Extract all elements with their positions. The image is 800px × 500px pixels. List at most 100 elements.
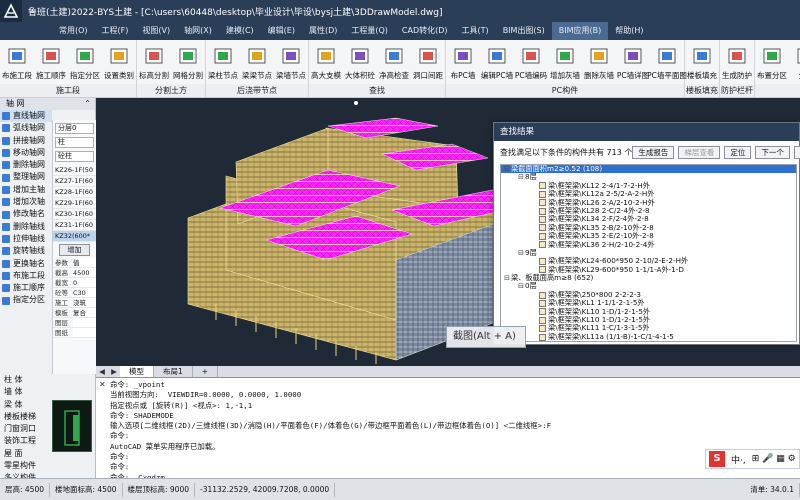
property-row[interactable]: 模板 复合	[53, 308, 96, 318]
ribbon-button-0-2[interactable]: 指定分区	[68, 42, 102, 84]
dialog-button-0[interactable]: 生成报告	[632, 145, 675, 159]
axis-command-item[interactable]: 移动轴网	[0, 147, 52, 159]
axis-command-item[interactable]: 更换轴名	[0, 258, 52, 270]
close-icon[interactable]: ✕	[99, 380, 106, 389]
category-item[interactable]: 楼板楼梯	[0, 411, 50, 423]
axis-command-item[interactable]: 拉伸轴线	[0, 233, 52, 245]
property-value[interactable]: 4500	[73, 268, 96, 277]
axis-command-item[interactable]: 增加次轴	[0, 196, 52, 208]
dialog-button-4[interactable]: 上一个	[793, 145, 800, 159]
axis-command-item[interactable]: 删除轴网	[0, 159, 52, 171]
component-list-item[interactable]: KZ26-1F(50	[53, 165, 96, 176]
axis-command-item[interactable]: 增加主轴	[0, 184, 52, 196]
ribbon-button-3-0[interactable]: 高大支模	[309, 42, 343, 84]
command-line-area[interactable]: ✕ 命令: _vpoint 当前视图方向: VIEWDIR=0.0000, 0.0…	[96, 377, 800, 482]
ribbon-button-7-0[interactable]: 布置分区	[755, 42, 789, 84]
category-item[interactable]: 梁 体	[0, 399, 50, 411]
ribbon-button-4-6[interactable]: PC墙平面图	[647, 42, 687, 84]
ime-toolbar[interactable]: S 中·, ⊞ 🎤 ▦ ⚙	[705, 449, 800, 469]
ribbon-button-4-5[interactable]: PC墙详图	[616, 42, 650, 84]
chevron-up-icon[interactable]: ⌃	[84, 98, 91, 110]
ribbon-button-4-1[interactable]: 编辑PC墙	[480, 42, 514, 84]
category-item[interactable]: 柱 体	[0, 374, 50, 386]
menu-item-6[interactable]: 属性(D)	[302, 22, 344, 40]
category-item[interactable]: 门窗洞口	[0, 423, 50, 435]
property-row[interactable]: 施工 浇筑	[53, 298, 96, 308]
tree-node[interactable]: 梁\框架梁\KL36 2-H/2-10-2-4外	[501, 240, 796, 249]
component-list-item[interactable]: KZ32(600*	[53, 231, 96, 242]
ribbon-button-4-0[interactable]: 布PC墙	[446, 42, 480, 84]
component-list-item[interactable]: KZ27-1F(60	[53, 176, 96, 187]
tree-toggle-icon[interactable]: ⊟	[517, 282, 525, 290]
axis-command-item[interactable]: 施工顺序	[0, 282, 52, 294]
subtype-select[interactable]: 砼柱	[55, 151, 94, 162]
ribbon-button-1-0[interactable]: 标高分割	[137, 42, 171, 84]
axis-command-item[interactable]: 旋转轴线	[0, 245, 52, 257]
ime-mode[interactable]: 中·,	[728, 453, 749, 466]
tree-node[interactable]: 梁\框架梁\250*800 2-2-2-3	[501, 290, 796, 299]
ribbon-button-2-0[interactable]: 梁柱节点	[206, 42, 240, 84]
property-value[interactable]: C30	[73, 288, 96, 297]
axis-command-item[interactable]: 整理轴网	[0, 171, 52, 183]
dialog-button-3[interactable]: 下一个	[755, 145, 790, 159]
ribbon-button-3-2[interactable]: 净高检查	[377, 42, 411, 84]
component-list-item[interactable]: KZ31-1F(60	[53, 220, 96, 231]
menu-item-5[interactable]: 编辑(E)	[261, 22, 302, 40]
property-row[interactable]: 砼等 C30	[53, 288, 96, 298]
menu-item-2[interactable]: 视图(V)	[135, 22, 177, 40]
panel-header[interactable]: 轴 网 ⌃	[0, 98, 95, 110]
type-select[interactable]: 柱	[55, 137, 94, 148]
results-tree[interactable]: ⊟ 梁截面面积m2≥0.52 (108) ⊟ 8层 梁\框架梁\KL12 2-4/1-7…	[500, 164, 797, 342]
menu-item-4[interactable]: 建模(C)	[219, 22, 261, 40]
tree-node[interactable]: ⊟ 0层	[501, 282, 796, 291]
component-list-item[interactable]: KZ29-1F(60	[53, 198, 96, 209]
ribbon-button-0-3[interactable]: 设置类别	[102, 42, 136, 84]
property-value[interactable]: 值	[73, 258, 96, 267]
layout-tab-0[interactable]: 模型	[120, 366, 154, 377]
tree-toggle-icon[interactable]: ⊟	[517, 249, 525, 257]
tree-node[interactable]: ⊟ 梁截面面积m2≥0.52 (108)	[501, 165, 796, 174]
property-value[interactable]	[73, 328, 96, 337]
ribbon-button-2-2[interactable]: 梁墙节点	[274, 42, 308, 84]
dialog-button-1[interactable]: 梯层查看	[678, 145, 721, 159]
menu-item-10[interactable]: BIM出图(S)	[496, 22, 552, 40]
tree-toggle-icon[interactable]: ⊟	[517, 173, 525, 181]
axis-command-item[interactable]: 指定分区	[0, 294, 52, 306]
axis-command-item[interactable]: 布施工段	[0, 270, 52, 282]
ribbon-button-5-0[interactable]: 楼板填充	[685, 42, 719, 84]
property-row[interactable]: 图层	[53, 318, 96, 328]
property-value[interactable]: 复合	[73, 308, 96, 317]
add-component-button[interactable]: 增加	[59, 244, 90, 256]
menu-item-8[interactable]: CAD转化(D)	[395, 22, 455, 40]
ribbon-button-0-1[interactable]: 施工顺序	[34, 42, 68, 84]
ribbon-button-3-1[interactable]: 大体积砼	[343, 42, 377, 84]
menu-item-7[interactable]: 工程量(Q)	[344, 22, 395, 40]
tab-next-icon[interactable]: ▶	[108, 366, 120, 377]
category-item[interactable]: 屋 面	[0, 448, 50, 460]
component-list-item[interactable]: KZ30-1F(60	[53, 209, 96, 220]
menu-item-3[interactable]: 轴网(X)	[177, 22, 219, 40]
ribbon-button-1-1[interactable]: 网格分割	[171, 42, 205, 84]
tree-toggle-icon[interactable]: ⊟	[503, 274, 511, 282]
axis-command-item[interactable]: 弧线轴网	[0, 122, 52, 134]
tree-node[interactable]: ⊟ 梁、板截面高m≥8 (652)	[501, 273, 796, 282]
status-cell-3[interactable]: -31132.2529, 42009.7208, 0.0000	[195, 482, 336, 497]
category-item[interactable]: 装饰工程	[0, 435, 50, 447]
status-cell-4[interactable]: 清单: 34.0.1	[745, 482, 800, 497]
layout-tab-1[interactable]: 布局1	[154, 366, 193, 377]
tree-node[interactable]: 梁\框架梁\KL11a (1/1-B)-1-C/1-4-1-5	[501, 332, 796, 341]
ribbon-button-3-3[interactable]: 洞口间距	[411, 42, 445, 84]
axis-command-item[interactable]: 修改轴名	[0, 208, 52, 220]
menu-item-1[interactable]: 工程(F)	[95, 22, 136, 40]
menu-item-9[interactable]: 工具(T)	[455, 22, 496, 40]
ribbon-button-6-0[interactable]: 生成防护	[720, 42, 754, 84]
category-item[interactable]: 墙 体	[0, 386, 50, 398]
component-list-item[interactable]: KZ28-1F(60	[53, 187, 96, 198]
axis-command-item[interactable]: 拼接轴网	[0, 135, 52, 147]
property-row[interactable]: 截高 4500	[53, 268, 96, 278]
menu-item-12[interactable]: 帮助(H)	[608, 22, 650, 40]
ribbon-button-4-4[interactable]: 删除灰墙	[582, 42, 616, 84]
tab-prev-icon[interactable]: ◀	[96, 366, 108, 377]
property-row[interactable]: 参数值	[53, 258, 96, 268]
dialog-button-2[interactable]: 定位	[724, 145, 752, 159]
